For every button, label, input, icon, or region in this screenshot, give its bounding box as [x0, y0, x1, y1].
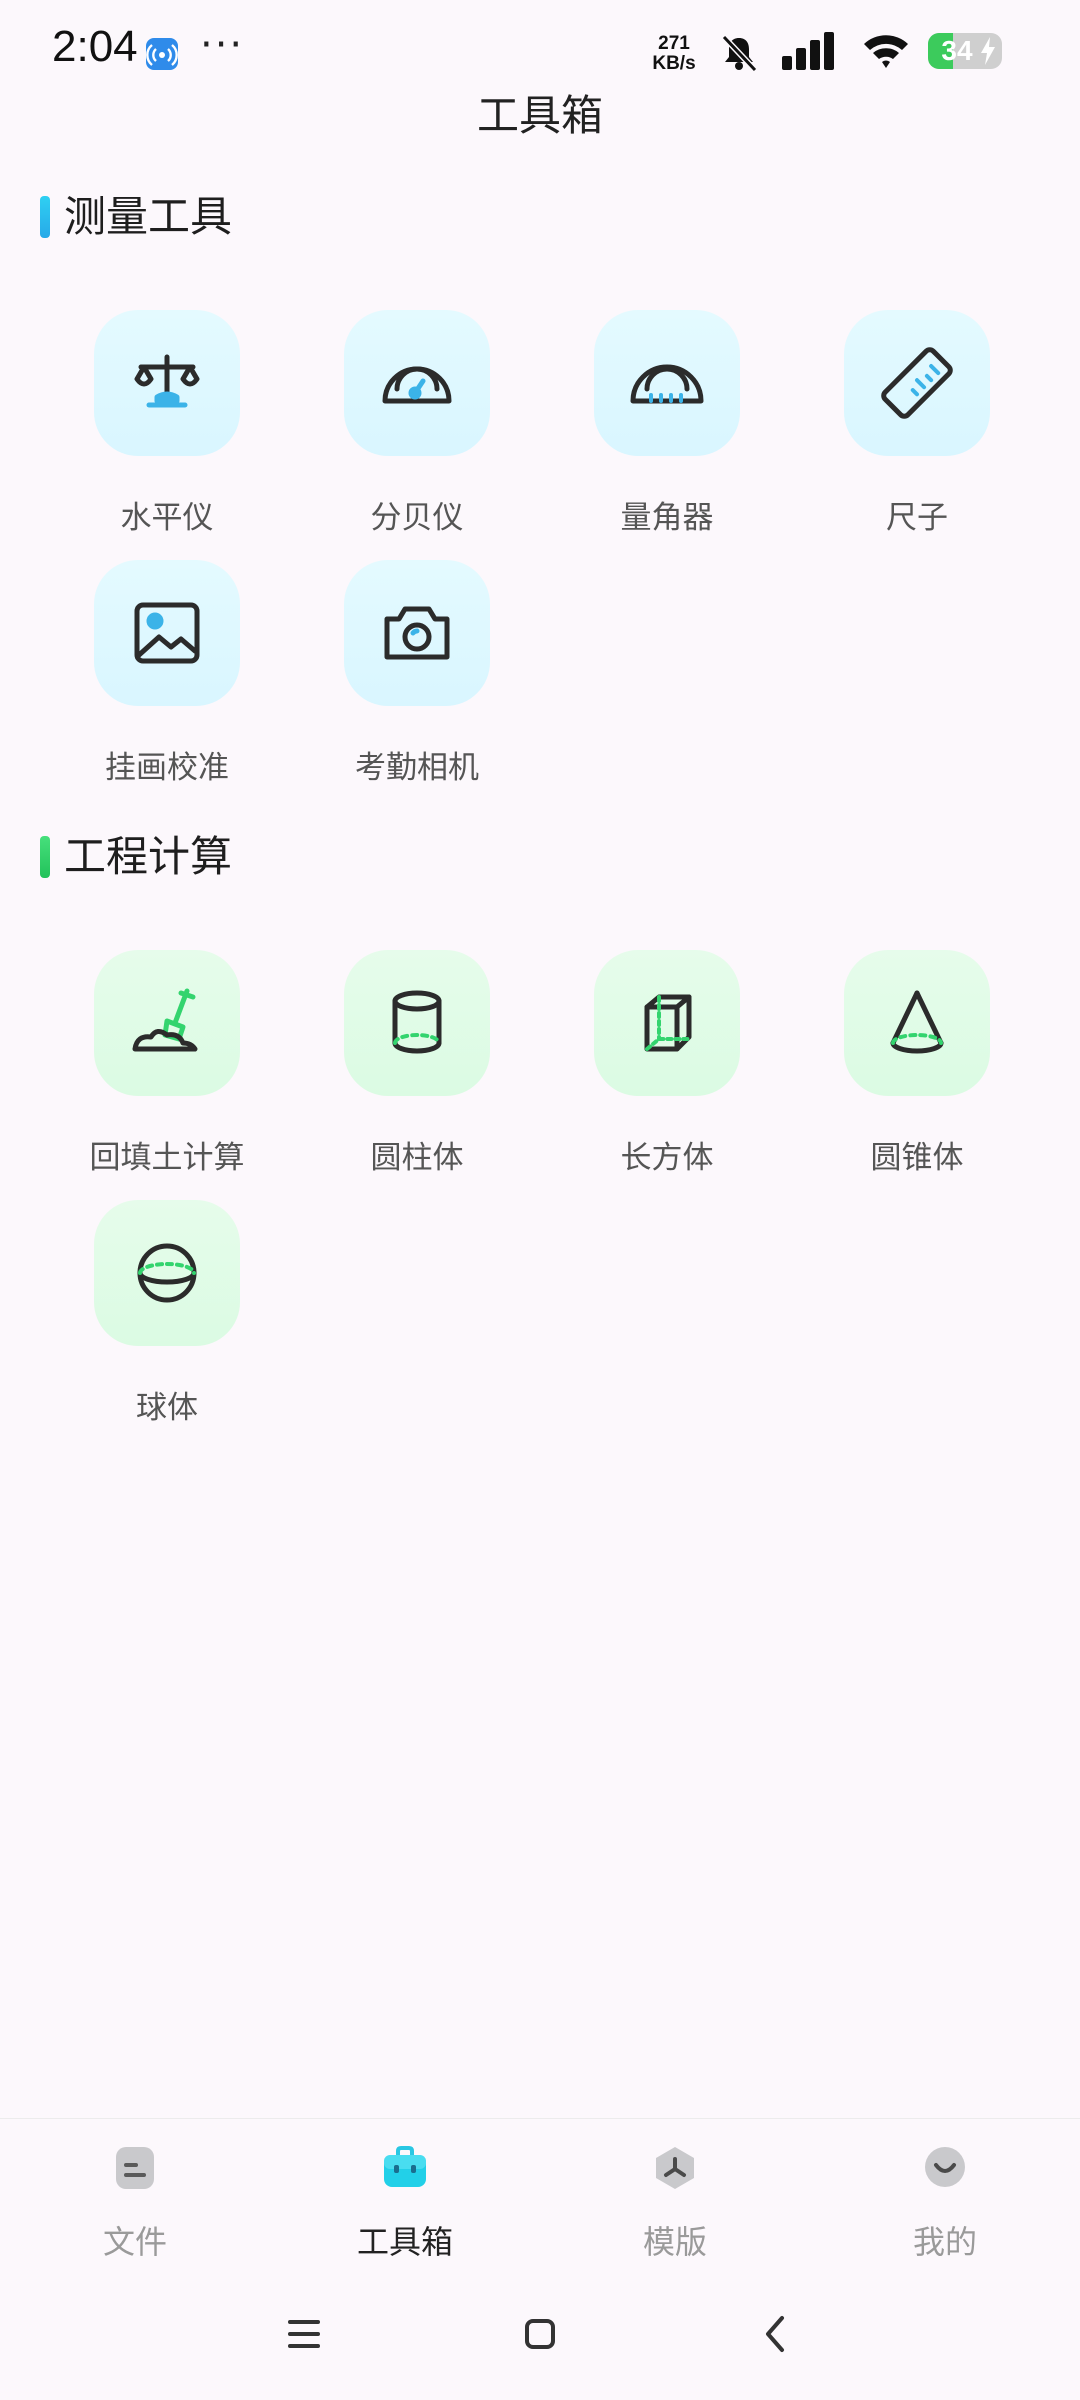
- bell-muted-icon: [721, 34, 758, 73]
- level-tile[interactable]: [94, 310, 240, 456]
- picture-frame-icon: [134, 602, 200, 664]
- nav-label: 我的: [912, 2223, 977, 2261]
- cylinder-icon: [392, 990, 442, 1054]
- ruler-tile[interactable]: [844, 310, 990, 456]
- tool-decibel[interactable]: 分贝仪: [290, 310, 510, 540]
- picture-tile[interactable]: [94, 560, 240, 706]
- tool-ruler[interactable]: 尺子: [790, 310, 1010, 540]
- sphere-tile[interactable]: [94, 1200, 240, 1346]
- back-icon[interactable]: [746, 2310, 806, 2358]
- nav-toolbox[interactable]: 工具箱: [270, 2119, 540, 2269]
- nav-profile[interactable]: 我的: [810, 2119, 1080, 2269]
- tool-cuboid[interactable]: 长方体: [540, 950, 760, 1180]
- tool-label: 长方体: [620, 1140, 714, 1176]
- section-title: 测量工具: [64, 192, 233, 241]
- tool-label: 水平仪: [120, 500, 214, 536]
- tool-label: 挂画校准: [105, 750, 229, 786]
- ruler-icon: [881, 347, 953, 419]
- wifi-icon: [864, 35, 908, 68]
- nav-label: 文件: [102, 2223, 167, 2261]
- cuboid-icon: [644, 994, 692, 1052]
- tool-sphere[interactable]: 球体: [40, 1200, 260, 1430]
- camera-icon: [384, 606, 450, 660]
- tool-protractor[interactable]: 量角器: [540, 310, 760, 540]
- decibel-gauge-icon: [382, 366, 452, 404]
- shovel-soil-icon: [132, 988, 198, 1052]
- section-accent-bar: [40, 196, 50, 238]
- tool-label: 分贝仪: [370, 500, 464, 536]
- tool-label: 圆柱体: [370, 1140, 464, 1176]
- tool-label: 圆锥体: [870, 1140, 964, 1176]
- tool-label: 量角器: [620, 500, 714, 536]
- menu-icon[interactable]: [274, 2310, 334, 2358]
- page-title: 工具箱: [476, 91, 603, 140]
- tool-label: 球体: [136, 1390, 198, 1426]
- cylinder-tile[interactable]: [344, 950, 490, 1096]
- section-title: 工程计算: [64, 832, 233, 881]
- status-time: 2:04: [52, 22, 138, 71]
- net-speed-value: 271: [658, 33, 690, 54]
- tool-backfill[interactable]: 回填土计算: [40, 950, 260, 1180]
- tool-attendance-camera[interactable]: 考勤相机: [290, 560, 510, 790]
- home-icon[interactable]: [510, 2310, 570, 2358]
- bottom-nav: 文件 工具箱 模版 我的: [0, 2118, 1080, 2269]
- nav-label: 模版: [642, 2223, 707, 2261]
- decibel-tile[interactable]: [344, 310, 490, 456]
- tool-label: 回填土计算: [89, 1140, 245, 1176]
- nav-file[interactable]: 文件: [0, 2119, 270, 2269]
- tool-label: 尺子: [886, 500, 948, 536]
- tool-label: 考勤相机: [355, 750, 479, 786]
- tool-level[interactable]: 水平仪: [40, 310, 260, 540]
- level-scale-icon: [134, 354, 200, 408]
- charging-bolt-icon: [981, 37, 995, 65]
- protractor-tile[interactable]: [594, 310, 740, 456]
- section-accent-bar: [40, 836, 50, 878]
- signal-icon: [782, 32, 834, 70]
- cone-icon: [890, 990, 944, 1054]
- nav-label: 工具箱: [356, 2223, 453, 2261]
- tool-cylinder[interactable]: 圆柱体: [290, 950, 510, 1180]
- hotspot-icon: [146, 38, 178, 70]
- nav-template[interactable]: 模版: [540, 2119, 810, 2269]
- tool-picture-calibration[interactable]: 挂画校准: [40, 560, 260, 790]
- file-icon: [116, 2147, 154, 2189]
- protractor-icon: [630, 364, 704, 404]
- tool-cone[interactable]: 圆锥体: [790, 950, 1010, 1180]
- more-dots: ···: [200, 22, 245, 68]
- sphere-icon: [137, 1243, 197, 1303]
- backfill-tile[interactable]: [94, 950, 240, 1096]
- profile-icon: [925, 2147, 965, 2187]
- cone-tile[interactable]: [844, 950, 990, 1096]
- net-speed: 271 KB/s: [648, 34, 700, 74]
- system-nav-bar: [0, 2268, 1080, 2400]
- camera-tile[interactable]: [344, 560, 490, 706]
- battery-level: 34: [941, 35, 973, 66]
- toolbox-icon: [384, 2146, 426, 2187]
- net-speed-unit: KB/s: [652, 53, 696, 74]
- template-icon: [656, 2147, 694, 2189]
- cuboid-tile[interactable]: [594, 950, 740, 1096]
- battery-icon: 34: [928, 33, 1002, 69]
